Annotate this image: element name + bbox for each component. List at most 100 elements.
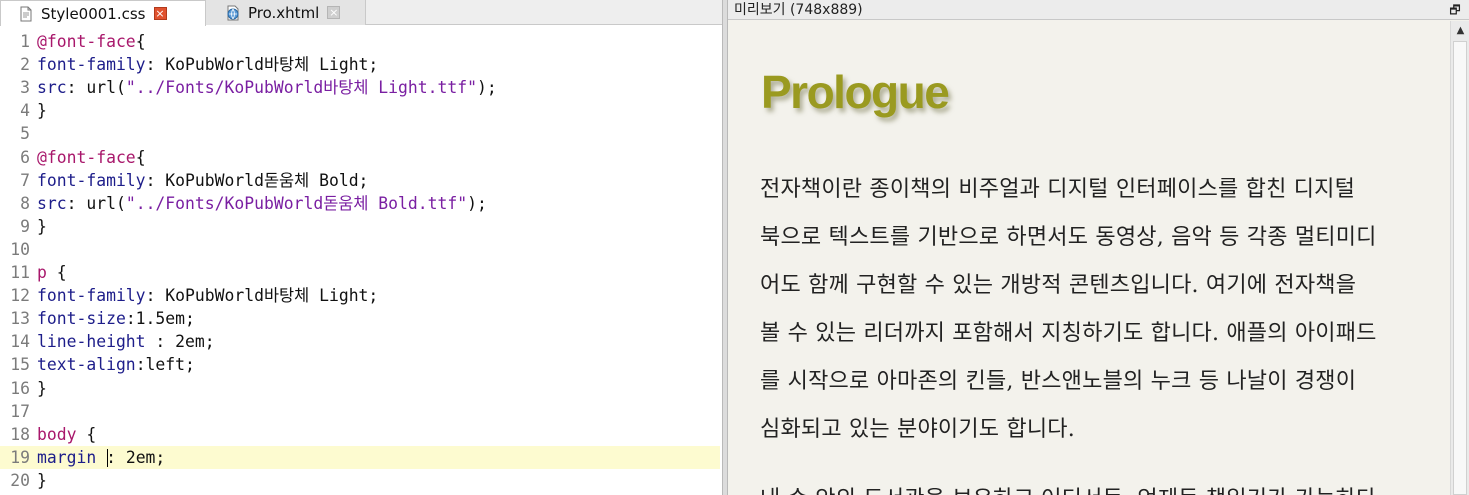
code-text[interactable]: @font-face{ xyxy=(37,30,146,53)
paragraph-line: 어도 함께 구현할 수 있는 개방적 콘텐츠입니다. 여기에 전자책을 xyxy=(760,273,1357,298)
code-line[interactable]: 7 font-family: KoPubWorld돋움체 Bold; xyxy=(0,169,720,192)
line-number: 16 xyxy=(10,378,30,398)
code-line[interactable]: 16} xyxy=(0,377,720,400)
code-text[interactable]: text-align:left; xyxy=(37,353,195,376)
code-text[interactable]: body { xyxy=(37,423,96,446)
code-line[interactable]: 8 src: url("../Fonts/KoPubWorld돋움체 Bold.t… xyxy=(0,192,720,215)
code-token: : KoPubWorld바탕체 Light; xyxy=(145,55,379,75)
tab-pro-xhtml[interactable]: Pro.xhtml × xyxy=(206,0,366,25)
code-line[interactable]: 1 @font-face{ xyxy=(0,30,720,53)
preview-scrollbar[interactable]: ▲ xyxy=(1450,21,1469,495)
code-token: font-size xyxy=(37,309,126,329)
code-token: : 2em; xyxy=(145,332,215,352)
code-line[interactable]: 15 text-align:left; xyxy=(0,353,720,376)
code-text[interactable]: font-family: KoPubWorld바탕체 Light; xyxy=(37,284,378,307)
code-text[interactable]: font-family: KoPubWorld바탕체 Light; xyxy=(37,53,378,76)
code-token: "../Fonts/KoPubWorld바탕체 Light.ttf" xyxy=(125,78,477,98)
code-text[interactable]: margin : 2em; xyxy=(37,446,165,469)
prologue-heading: Prologue xyxy=(761,66,950,118)
css-file-icon xyxy=(17,5,35,23)
code-token: } xyxy=(37,216,47,236)
code-area[interactable]: 1 @font-face{2 font-family: KoPubWorld바탕체 … xyxy=(0,30,722,495)
close-tab-icon[interactable]: × xyxy=(327,6,341,19)
line-number: 13 xyxy=(10,309,30,329)
code-token: font-family xyxy=(37,170,146,190)
code-token: font-family xyxy=(37,55,146,75)
paragraph-line: 를 시작으로 아마존의 킨들, 반스앤노블의 누크 등 나날이 경쟁이 xyxy=(760,369,1357,394)
line-number: 6 xyxy=(20,147,30,167)
code-token: { xyxy=(76,424,97,444)
line-number: 7 xyxy=(20,170,30,190)
text-caret xyxy=(107,448,108,467)
line-number: 11 xyxy=(10,263,30,282)
code-line[interactable]: 18 body { xyxy=(0,423,720,446)
code-text[interactable]: font-size:1.5em; xyxy=(37,307,195,330)
code-token: @font-face xyxy=(37,32,136,51)
code-line[interactable]: 11 p { xyxy=(0,261,720,284)
line-number: 5 xyxy=(20,124,30,144)
code-line[interactable]: 3 src: url("../Fonts/KoPubWorld바탕체 Light.… xyxy=(0,76,720,99)
code-token: p xyxy=(37,263,47,282)
code-text[interactable]: line-height : 2em; xyxy=(37,330,215,353)
scrollbar-thumb[interactable] xyxy=(1453,41,1467,495)
close-tab-icon[interactable]: × xyxy=(153,7,167,20)
code-token: { xyxy=(46,263,67,282)
code-line[interactable]: 12 font-family: KoPubWorld바탕체 Light; xyxy=(0,284,720,307)
code-token: :1.5em; xyxy=(125,309,195,329)
line-number: 12 xyxy=(10,286,30,306)
line-number: 19 xyxy=(10,447,30,467)
code-token: ); xyxy=(467,193,487,213)
line-number: 4 xyxy=(20,101,30,121)
code-line[interactable]: 17 xyxy=(0,400,720,423)
line-number: 14 xyxy=(10,332,30,352)
code-token: line-height xyxy=(37,332,146,352)
code-line[interactable]: 10 xyxy=(0,238,720,261)
code-token: @font-face xyxy=(37,147,136,167)
code-token: :left; xyxy=(135,355,195,375)
xhtml-file-icon xyxy=(224,4,242,22)
code-token: : url( xyxy=(66,78,126,98)
paragraph-line: 볼 수 있는 리더까지 포함해서 지칭하기도 합니다. 애플의 아이패드 xyxy=(760,321,1377,346)
code-line[interactable]: 20} xyxy=(0,469,720,492)
line-number: 20 xyxy=(10,470,30,490)
line-number: 2 xyxy=(20,55,30,75)
line-number: 17 xyxy=(10,401,30,421)
code-line[interactable]: 5 xyxy=(0,122,720,145)
code-line[interactable]: 4} xyxy=(0,99,720,122)
code-text[interactable]: p { xyxy=(37,261,67,284)
code-token: src xyxy=(37,78,67,98)
code-line[interactable]: 9} xyxy=(0,215,720,238)
code-text[interactable]: @font-face{ xyxy=(37,146,146,169)
code-line[interactable]: 6 @font-face{ xyxy=(0,146,720,169)
restore-window-icon[interactable]: 🗗 xyxy=(1441,0,1469,20)
code-text[interactable]: src: url("../Fonts/KoPubWorld돋움체 Bold.tt… xyxy=(37,192,487,215)
code-token: text-align xyxy=(37,355,136,375)
tab-style0001-css[interactable]: Style0001.css × xyxy=(0,0,206,26)
code-text[interactable]: font-family: KoPubWorld돋움체 Bold; xyxy=(37,169,368,192)
code-line[interactable]: 13 font-size:1.5em; xyxy=(0,307,720,330)
code-text[interactable]: } xyxy=(37,469,47,492)
paragraph-line: 심화되고 있는 분야이기도 합니다. xyxy=(760,417,1075,442)
preview-pane: 미리보기 (748x889) 🗗 Prologue 전자책이란 종이책의 비주얼… xyxy=(728,0,1469,495)
preview-content: Prologue 전자책이란 종이책의 비주얼과 디지털 인터페이스를 합친 디… xyxy=(728,21,1450,495)
code-line[interactable]: 2 font-family: KoPubWorld바탕체 Light; xyxy=(0,53,720,76)
scroll-up-arrow-icon[interactable]: ▲ xyxy=(1451,21,1469,40)
code-text[interactable]: src: url("../Fonts/KoPubWorld바탕체 Light.t… xyxy=(37,76,497,99)
line-number: 3 xyxy=(20,78,30,98)
code-token: : KoPubWorld바탕체 Light; xyxy=(145,286,379,306)
code-text[interactable]: } xyxy=(37,215,47,238)
code-token: body xyxy=(37,424,77,444)
code-token: { xyxy=(135,32,146,51)
code-token: src xyxy=(37,193,67,213)
preview-header: 미리보기 (748x889) 🗗 xyxy=(728,0,1469,20)
paragraph-line: 전자책이란 종이책의 비주얼과 디지털 인터페이스를 합친 디지털 xyxy=(760,177,1356,202)
code-token: : url( xyxy=(66,193,126,213)
code-text[interactable]: } xyxy=(37,377,47,400)
code-text[interactable]: } xyxy=(37,99,47,122)
code-editor-pane[interactable]: Style0001.css × Pro.xhtml × 1 @font-face{… xyxy=(0,0,722,495)
code-line[interactable]: 14 line-height : 2em; xyxy=(0,330,720,353)
preview-header-title: 미리보기 (748x889) xyxy=(734,2,863,18)
code-line[interactable]: 19 margin : 2em; xyxy=(0,445,720,469)
code-token: margin xyxy=(37,447,97,467)
code-token: font-family xyxy=(37,286,146,306)
